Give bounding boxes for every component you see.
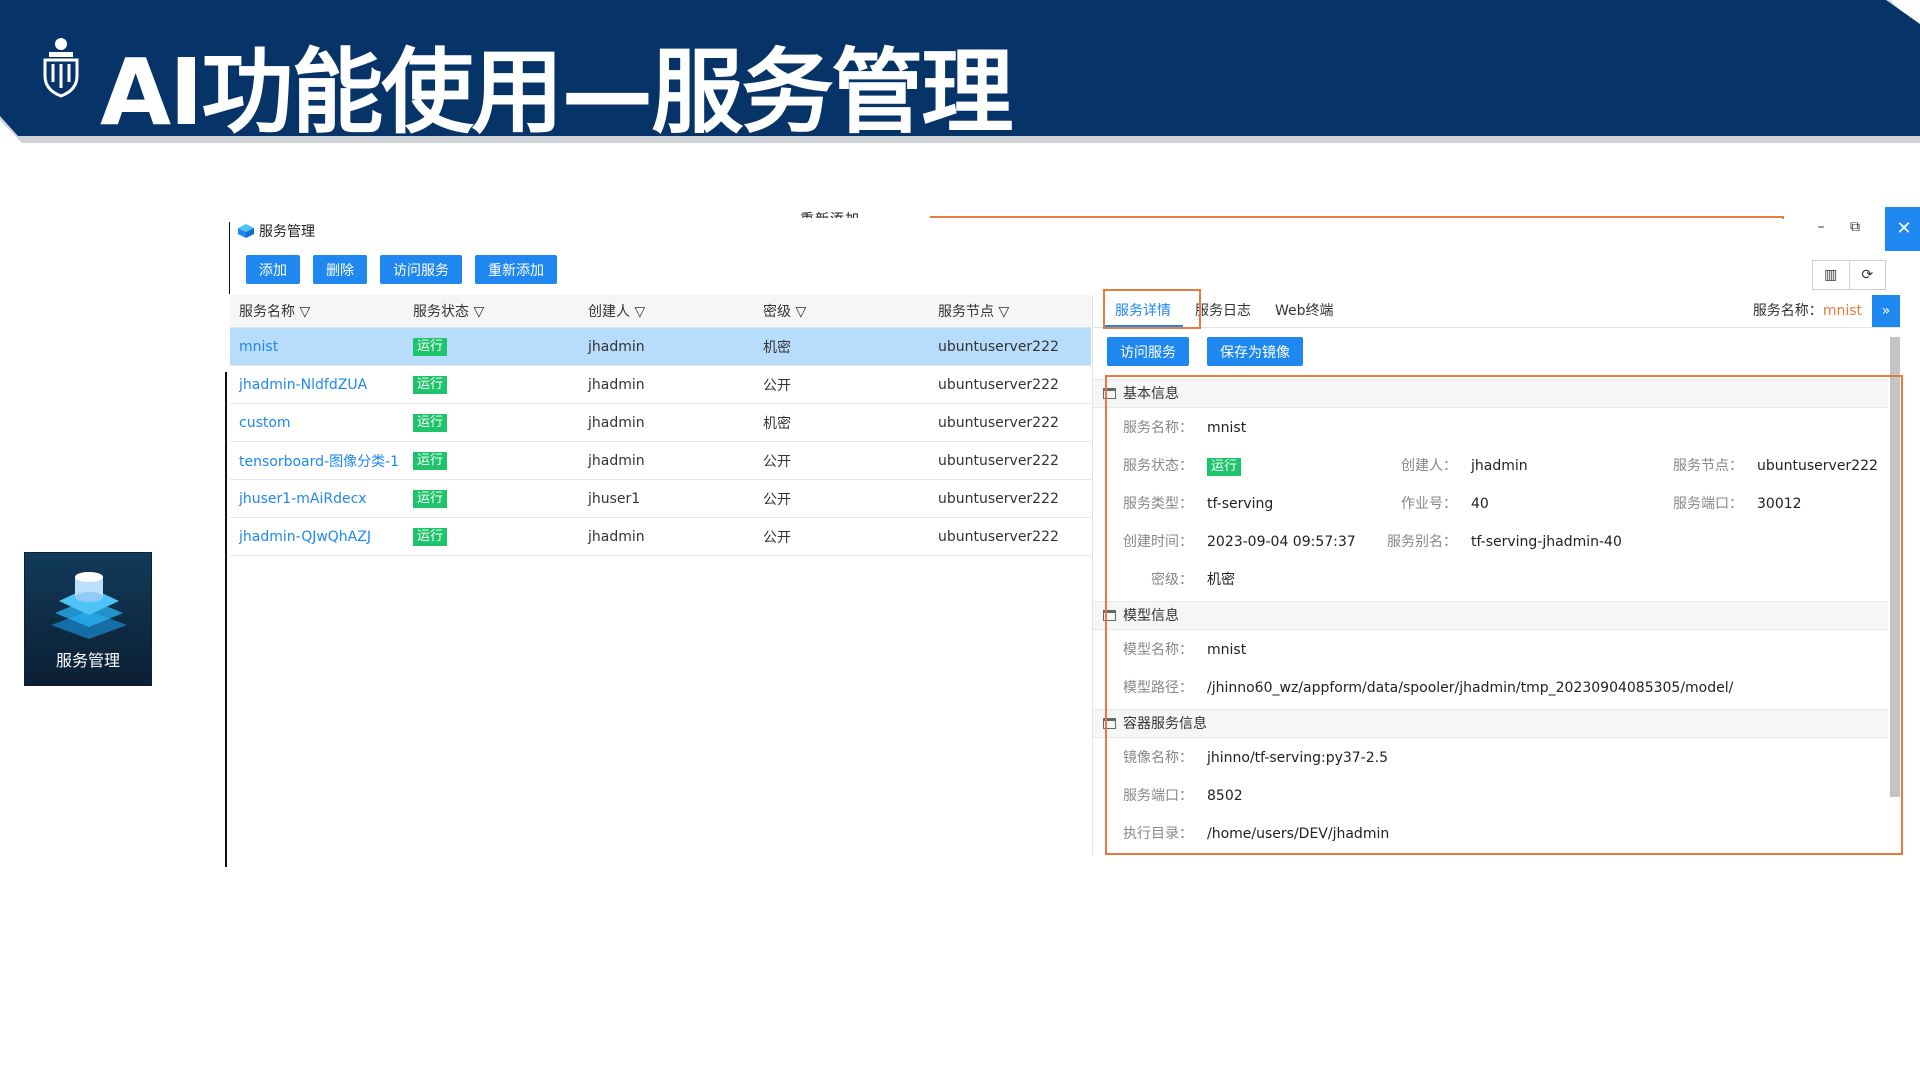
database-layers-icon <box>51 572 127 639</box>
cell-node: ubuntuserver222 <box>938 338 1059 355</box>
filter-icon[interactable]: ▽ <box>299 304 310 320</box>
re-add-button[interactable]: 重新添加 <box>475 255 557 284</box>
detail-visit-button[interactable]: 访问服务 <box>1107 337 1189 366</box>
status-badge: 运行 <box>413 337 448 356</box>
title-banner: AI功能使用—服务管理 <box>0 0 1920 146</box>
table-row[interactable]: mnist 运行 jhadmin 机密 ubuntuserver222 <box>230 328 1091 366</box>
table-header: 服务名称 ▽ 服务状态 ▽ 创建人 ▽ 密级 ▽ 服务节点 ▽ <box>230 295 1091 328</box>
cell-status: 运行 <box>404 413 579 432</box>
filter-icon[interactable]: ▽ <box>473 304 484 320</box>
minimize-button[interactable]: – <box>1810 219 1832 235</box>
refresh-icon[interactable]: ⟳ <box>1848 261 1886 289</box>
cell-status: 运行 <box>404 489 579 508</box>
cell-creator: jhadmin <box>588 528 645 545</box>
cell-creator: jhadmin <box>588 414 645 431</box>
cell-node: ubuntuserver222 <box>938 376 1059 393</box>
save-image-button[interactable]: 保存为镜像 <box>1207 337 1303 366</box>
tab-web-terminal[interactable]: Web终端 <box>1263 295 1346 327</box>
cell-status: 运行 <box>404 527 579 546</box>
frame-line-left <box>225 372 227 867</box>
cell-service-name[interactable]: mnist <box>230 339 404 355</box>
window-title-text: 服务管理 <box>259 224 315 240</box>
status-badge: 运行 <box>413 413 448 432</box>
app-tile-label: 服务管理 <box>55 651 120 670</box>
cell-status: 运行 <box>404 451 579 470</box>
header-status[interactable]: 服务状态 ▽ <box>404 301 579 321</box>
table-row[interactable]: jhadmin-QJwQhAZJ 运行 jhadmin 公开 ubuntuserver2… <box>230 518 1091 556</box>
cell-creator: jhadmin <box>588 452 645 469</box>
cell-status: 运行 <box>404 337 579 356</box>
close-button[interactable]: ✕ <box>1885 207 1920 251</box>
status-badge: 运行 <box>413 451 448 470</box>
service-management-window: 重新添加 服务管理 – ⧉ ✕ 添加 删除 访问服务 重新添加 ▥ ⟳ 服务名称… <box>230 207 1920 855</box>
delete-button[interactable]: 删除 <box>313 255 367 284</box>
filter-icon[interactable]: ▽ <box>795 304 806 320</box>
ghost-text: 重新添加 <box>800 209 860 218</box>
detail-tabs: 服务详情 服务日志 Web终端 服务名称：mnist » <box>1093 289 1900 329</box>
cell-creator: jhuser1 <box>588 490 641 507</box>
cell-level: 机密 <box>763 415 791 432</box>
cell-level: 公开 <box>763 377 791 394</box>
cell-creator: jhadmin <box>588 376 645 393</box>
cell-creator: jhadmin <box>588 338 645 355</box>
toolbar-right: ▥ ⟳ <box>1812 260 1886 290</box>
selected-service-name: mnist <box>1822 303 1862 319</box>
tab-highlight-box <box>1103 289 1201 329</box>
detail-panel: 服务详情 服务日志 Web终端 服务名称：mnist » 访问服务 保存为镜像 … <box>1092 289 1903 855</box>
restore-button[interactable]: ⧉ <box>1844 219 1866 235</box>
detail-highlight-box <box>1105 375 1903 855</box>
toolbar: 添加 删除 访问服务 重新添加 <box>230 255 557 291</box>
cell-service-name[interactable]: custom <box>230 415 404 431</box>
header-node[interactable]: 服务节点 ▽ <box>929 301 1091 321</box>
slide: AI功能使用—服务管理 服务管理 重新添加 服务管理 – ⧉ <box>0 0 1920 1080</box>
cube-icon <box>238 224 254 238</box>
cell-service-name[interactable]: tensorboard-图像分类-1 <box>230 451 404 471</box>
table-body: mnist 运行 jhadmin 机密 ubuntuserver222 jhadmin-N… <box>230 328 1091 556</box>
status-badge: 运行 <box>413 489 448 508</box>
filter-icon[interactable]: ▽ <box>998 304 1009 320</box>
cell-level: 公开 <box>763 491 791 508</box>
table-row[interactable]: jhuser1-mAiRdecx 运行 jhuser1 公开 ubuntuserver2… <box>230 480 1091 518</box>
visit-service-button[interactable]: 访问服务 <box>380 255 462 284</box>
detail-buttons: 访问服务 保存为镜像 <box>1107 337 1303 366</box>
cell-service-name[interactable]: jhuser1-mAiRdecx <box>230 491 404 507</box>
service-table: 服务名称 ▽ 服务状态 ▽ 创建人 ▽ 密级 ▽ 服务节点 ▽ mnist 运行 j… <box>230 295 1091 556</box>
selected-service-label: 服务名称：mnist <box>1752 303 1862 319</box>
cell-level: 公开 <box>763 529 791 546</box>
header-name[interactable]: 服务名称 ▽ <box>230 301 404 321</box>
window-title: 服务管理 <box>238 221 315 241</box>
cell-node: ubuntuserver222 <box>938 414 1059 431</box>
cell-level: 公开 <box>763 453 791 470</box>
cell-node: ubuntuserver222 <box>938 490 1059 507</box>
expand-icon[interactable]: » <box>1872 295 1900 327</box>
add-button[interactable]: 添加 <box>246 255 300 284</box>
cell-service-name[interactable]: jhadmin-NldfdZUA <box>230 377 404 393</box>
cell-level: 机密 <box>763 339 791 356</box>
table-row[interactable]: jhadmin-NldfdZUA 运行 jhadmin 公开 ubuntuserver2… <box>230 366 1091 404</box>
cell-service-name[interactable]: jhadmin-QJwQhAZJ <box>230 529 404 545</box>
cell-node: ubuntuserver222 <box>938 528 1059 545</box>
cell-status: 运行 <box>404 375 579 394</box>
table-row[interactable]: custom 运行 jhadmin 机密 ubuntuserver222 <box>230 404 1091 442</box>
status-badge: 运行 <box>413 527 448 546</box>
cell-node: ubuntuserver222 <box>938 452 1059 469</box>
filter-icon[interactable]: ▽ <box>634 304 645 320</box>
status-badge: 运行 <box>413 375 448 394</box>
table-row[interactable]: tensorboard-图像分类-1 运行 jhadmin 公开 ubuntuserve… <box>230 442 1091 480</box>
header-level[interactable]: 密级 ▽ <box>754 301 929 321</box>
service-management-app-tile[interactable]: 服务管理 <box>24 552 152 686</box>
header-creator[interactable]: 创建人 ▽ <box>579 301 754 321</box>
slide-title: AI功能使用—服务管理 <box>100 39 1013 146</box>
highlight-line <box>930 216 1784 219</box>
columns-icon[interactable]: ▥ <box>1813 261 1849 289</box>
